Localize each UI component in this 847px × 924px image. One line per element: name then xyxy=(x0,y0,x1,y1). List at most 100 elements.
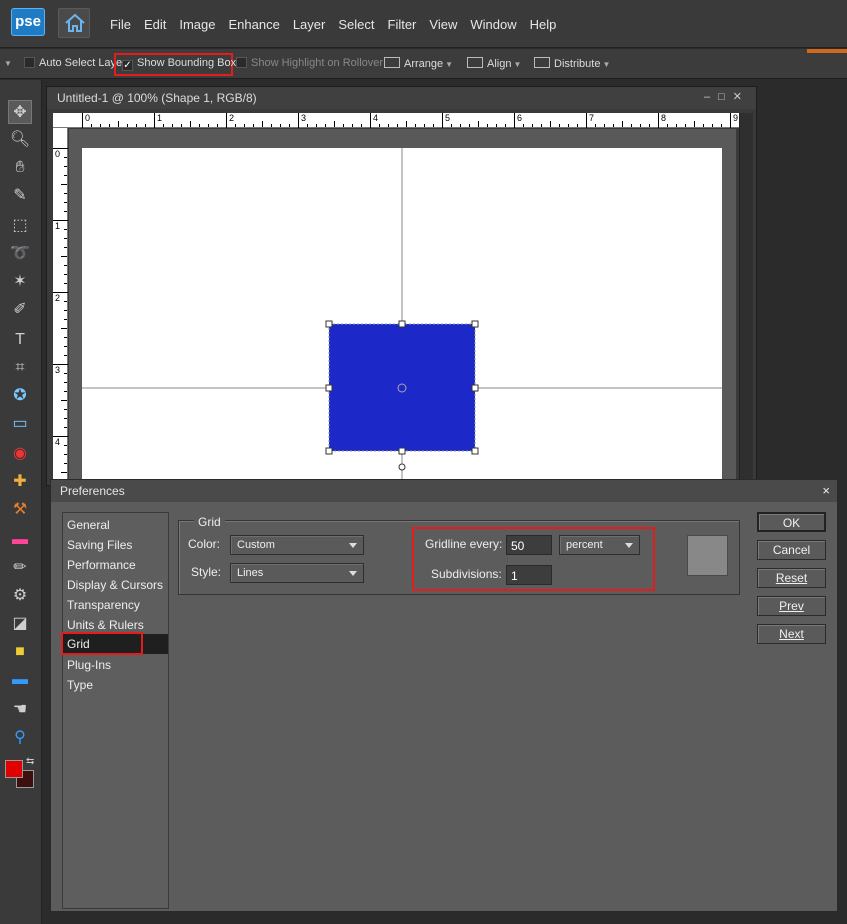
red-eye-tool-icon[interactable]: ◉ xyxy=(8,442,32,466)
foreground-color-swatch[interactable] xyxy=(5,760,23,778)
eraser-tool-icon[interactable]: ▬ xyxy=(8,528,32,552)
marquee-tool-icon[interactable]: ⬚ xyxy=(8,214,32,238)
magic-wand-tool-icon[interactable]: ✶ xyxy=(8,270,32,294)
pencil-tool-icon[interactable]: ✏ xyxy=(8,556,32,580)
zoom-tool-icon[interactable]: 🔍︎ xyxy=(8,128,32,152)
brush-tool-icon[interactable]: ⚙ xyxy=(8,584,32,608)
bounding-box-checkbox[interactable]: ✓ xyxy=(122,60,133,71)
ruler-h-tick xyxy=(595,124,596,127)
brush-selection-tool-icon[interactable]: ✐ xyxy=(8,298,32,322)
ruler-h-tick xyxy=(496,124,497,127)
ruler-h-tick xyxy=(712,124,713,127)
reset-button[interactable]: Reset xyxy=(757,568,826,588)
menu-select[interactable]: Select xyxy=(338,17,374,32)
swap-colors-icon[interactable]: ⇆ xyxy=(26,756,34,767)
distribute-button[interactable]: Distribute ▼ xyxy=(534,57,610,70)
category-plug-ins[interactable]: Plug-Ins xyxy=(67,655,168,675)
ruler-h-tick xyxy=(352,124,353,127)
show-bounding-box-option[interactable]: ✓ Show Bounding Box xyxy=(122,57,236,71)
healing-brush-tool-icon[interactable]: ✚ xyxy=(8,470,32,494)
options-bar-accent xyxy=(807,49,847,53)
vertical-ruler[interactable]: 01234 xyxy=(53,128,68,488)
ruler-h-tick xyxy=(289,124,290,127)
minimize-icon[interactable]: – xyxy=(704,91,718,103)
straighten-tool-icon[interactable]: ▭ xyxy=(8,412,32,436)
crop-tool-icon[interactable]: ⌗ xyxy=(8,356,32,380)
subdivisions-field[interactable]: 1 xyxy=(506,565,552,585)
paint-bucket-tool-icon[interactable]: ◪ xyxy=(8,612,32,636)
ruler-h-tick xyxy=(217,124,218,127)
gradient-tool-icon[interactable]: ■ xyxy=(8,640,32,664)
category-saving-files[interactable]: Saving Files xyxy=(67,535,168,555)
cookie-cutter-tool-icon[interactable]: ✪ xyxy=(8,384,32,408)
close-icon[interactable]: ✕ xyxy=(733,91,750,103)
eyedropper-tool-icon[interactable]: ✎ xyxy=(8,184,32,208)
color-select[interactable]: Custom xyxy=(230,535,364,555)
category-transparency[interactable]: Transparency xyxy=(67,595,168,615)
show-bounding-box-label: Show Bounding Box xyxy=(137,57,237,69)
preferences-title-bar: Preferences × xyxy=(51,480,837,502)
menu-edit[interactable]: Edit xyxy=(144,17,166,32)
close-icon[interactable]: × xyxy=(822,483,830,498)
options-menu-caret[interactable]: ▼ xyxy=(4,59,12,68)
grid-color-preview[interactable] xyxy=(687,535,728,576)
grid-group: Grid Color: Custom Style: Lines Gridline… xyxy=(178,515,740,595)
ruler-h-tick xyxy=(577,124,578,127)
ruler-h-label: 1 xyxy=(154,113,162,128)
blue-shape[interactable] xyxy=(329,324,475,451)
category-general[interactable]: General xyxy=(67,515,168,535)
menu-file[interactable]: File xyxy=(110,17,131,32)
document-title-bar: Untitled-1 @ 100% (Shape 1, RGB/8) –□✕ xyxy=(47,87,756,109)
menu-layer[interactable]: Layer xyxy=(293,17,326,32)
show-highlight-option[interactable]: Show Highlight on Rollover xyxy=(236,57,383,69)
smudge-tool-icon[interactable]: ☚ xyxy=(8,698,32,722)
auto-select-layer-option[interactable]: Auto Select Layer xyxy=(24,57,126,69)
horizontal-ruler[interactable]: 0 1 2 3 4 5 6 7 8 9 xyxy=(53,113,746,128)
color-label: Color: xyxy=(188,537,221,551)
cancel-button[interactable]: Cancel xyxy=(757,540,826,560)
ruler-h-tick xyxy=(415,124,416,127)
menu-view[interactable]: View xyxy=(429,17,457,32)
show-highlight-checkbox[interactable] xyxy=(236,57,247,68)
vertical-scrollbar[interactable] xyxy=(739,113,753,485)
arrange-button[interactable]: Arrange ▼ xyxy=(384,57,453,70)
hand-tool-icon[interactable]: ✋︎ xyxy=(8,156,32,180)
menu-window[interactable]: Window xyxy=(470,17,516,32)
next-button[interactable]: Next xyxy=(757,624,826,644)
ruler-v-tick xyxy=(61,256,67,257)
subdivisions-label: Subdivisions: xyxy=(431,567,502,581)
home-button[interactable] xyxy=(58,8,90,38)
auto-select-layer-checkbox[interactable] xyxy=(24,57,35,68)
sponge-tool-icon[interactable]: ⚲ xyxy=(8,726,32,750)
clone-stamp-tool-icon[interactable]: ⚒ xyxy=(8,498,32,522)
category-display-cursors[interactable]: Display & Cursors xyxy=(67,575,168,595)
move-tool-icon[interactable]: ✥ xyxy=(8,100,32,124)
align-label: Align xyxy=(487,58,512,70)
menu-filter[interactable]: Filter xyxy=(388,17,417,32)
menu-help[interactable]: Help xyxy=(530,17,557,32)
shape-tool-icon[interactable]: ▬ xyxy=(8,668,32,692)
gridline-every-field[interactable]: 50 xyxy=(506,535,552,555)
menu-image[interactable]: Image xyxy=(179,17,215,32)
type-tool-icon[interactable]: T xyxy=(8,328,32,352)
rotate-handle-icon[interactable] xyxy=(398,463,406,471)
chevron-down-icon: ▼ xyxy=(513,60,522,69)
gridline-unit-select[interactable]: percent xyxy=(559,535,640,555)
ok-button[interactable]: OK xyxy=(757,512,826,532)
maximize-icon[interactable]: □ xyxy=(718,91,733,103)
ruler-v-tick xyxy=(64,211,67,212)
category-type[interactable]: Type xyxy=(67,675,168,695)
ruler-v-tick xyxy=(64,427,67,428)
ruler-h-tick xyxy=(307,124,308,127)
canvas[interactable] xyxy=(82,148,722,487)
lasso-tool-icon[interactable]: ➰ xyxy=(8,242,32,266)
style-select[interactable]: Lines xyxy=(230,563,364,583)
ruler-h-tick xyxy=(613,124,614,127)
ruler-h-tick xyxy=(163,124,164,127)
ruler-v-tick xyxy=(64,418,67,419)
align-button[interactable]: Align ▼ xyxy=(467,57,521,70)
prev-button[interactable]: Prev xyxy=(757,596,826,616)
ruler-h-tick xyxy=(487,124,488,127)
category-performance[interactable]: Performance xyxy=(67,555,168,575)
menu-enhance[interactable]: Enhance xyxy=(229,17,280,32)
